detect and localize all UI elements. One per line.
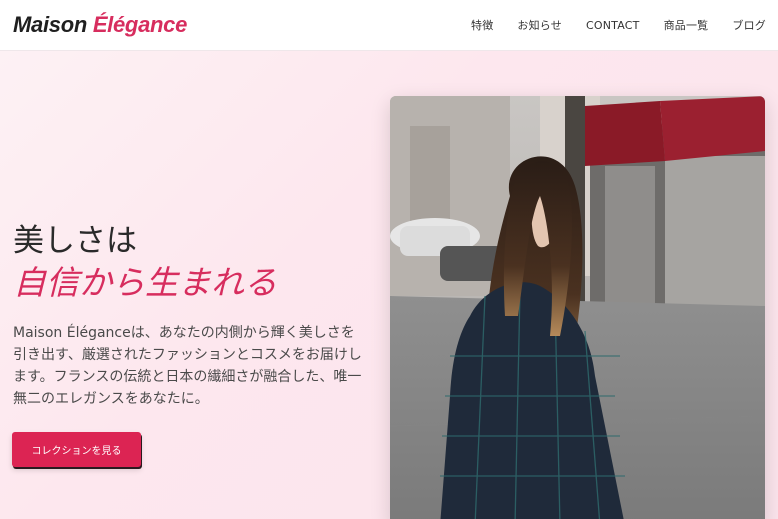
nav-item-features[interactable]: 特徴 xyxy=(471,17,493,33)
headline-line-1: 美しさは xyxy=(13,223,137,259)
headline-line-2: 自信から生まれる xyxy=(13,263,277,302)
hero-photo-illustration xyxy=(390,96,765,519)
main-nav: 特徴 お知らせ CONTACT 商品一覧 ブログ xyxy=(447,17,766,33)
hero-section: 美しさは 自信から生まれる Maison Éléganceは、あなたの内側から輝… xyxy=(0,51,778,519)
logo-text-elegance: Élégance xyxy=(92,12,188,37)
nav-item-blog[interactable]: ブログ xyxy=(732,17,766,33)
hero-headline: 美しさは 自信から生まれる xyxy=(13,221,277,305)
nav-item-news[interactable]: お知らせ xyxy=(517,17,562,33)
site-logo[interactable]: Maison Élégance xyxy=(13,14,187,36)
nav-item-contact[interactable]: CONTACT xyxy=(586,19,640,32)
hero-photo xyxy=(390,96,765,519)
nav-item-products[interactable]: 商品一覧 xyxy=(664,17,709,33)
view-collection-button[interactable]: コレクションを見る xyxy=(12,432,141,467)
hero-description: Maison Éléganceは、あなたの内側から輝く美しさを引き出す、厳選され… xyxy=(13,325,362,407)
logo-text-maison: Maison xyxy=(13,12,87,37)
site-header: Maison Élégance 特徴 お知らせ CONTACT 商品一覧 ブログ xyxy=(0,0,778,51)
